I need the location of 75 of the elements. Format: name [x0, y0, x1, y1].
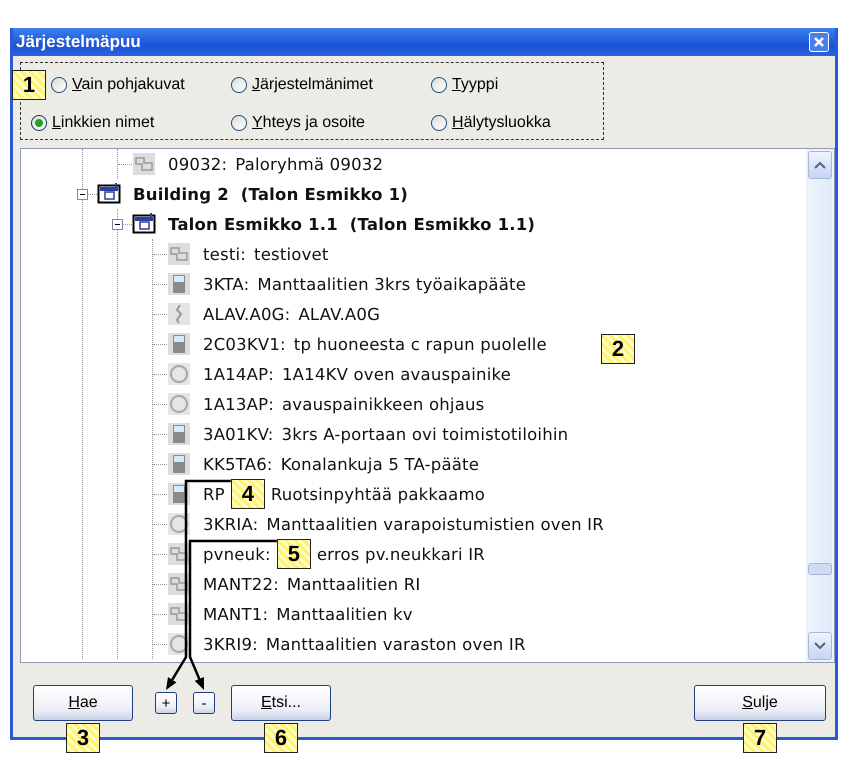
terminal-icon [167, 332, 191, 356]
item-name[interactable]: Manttaalitien varapoistumistien oven IR [266, 514, 604, 534]
building-icon [132, 212, 156, 236]
item-name[interactable]: Konalankuja 5 TA-pääte [280, 454, 480, 474]
tree-item[interactable]: Talon Esmikko 1.1 (Talon Esmikko 1.1) [168, 214, 536, 234]
collapse-icon[interactable] [112, 218, 123, 230]
radio-label[interactable]: Yhteys ja osoite [252, 114, 365, 132]
terminal-icon [167, 272, 191, 296]
item-name[interactable]: Manttaalitien 3krs työaikapääte [257, 274, 526, 294]
item-code[interactable]: 3KRI9: [203, 634, 258, 654]
radio-button[interactable] [51, 77, 67, 93]
item-name[interactable]: testiovet [254, 244, 329, 264]
radio-button[interactable] [231, 115, 247, 131]
item-code[interactable]: 1A14AP: [203, 364, 274, 384]
item-code[interactable]: 09032: [168, 154, 228, 174]
item-name[interactable]: Manttaalitien varaston oven IR [266, 634, 526, 654]
terminal-icon [167, 422, 191, 446]
caret-down-icon[interactable] [814, 642, 826, 650]
radio-button[interactable] [431, 115, 447, 131]
scroll-down-button[interactable] [808, 632, 832, 660]
item-name[interactable]: 3krs A-portaan ovi toimistotiloihin [282, 424, 568, 444]
item-name[interactable]: 1A14KV oven avauspainike [282, 364, 512, 384]
terminal-icon [167, 452, 191, 476]
push-button-icon [167, 392, 191, 416]
item-code[interactable]: MANT1: [203, 604, 268, 624]
radio-label[interactable]: Linkkien nimet [52, 114, 154, 132]
item-code[interactable]: MANT22: [203, 574, 279, 594]
radio-label[interactable]: Järjestelmänimet [252, 76, 373, 94]
item-name[interactable]: avauspainikkeen ohjaus [282, 394, 484, 414]
item-name[interactable]: Ruotsinpyhtää pakkaamo [270, 484, 486, 504]
window-title: Järjestelmäpuu [16, 32, 141, 52]
radio-label[interactable]: Hälytysluokka [452, 114, 551, 132]
radio-button[interactable] [431, 77, 447, 93]
dialog-button[interactable]: Hae [33, 685, 133, 721]
radio-label[interactable]: Tyyppi [452, 76, 498, 94]
close-icon[interactable] [813, 36, 825, 48]
small-button[interactable]: - [193, 692, 215, 714]
callout-number: 6 [264, 723, 298, 753]
item-code[interactable]: pvneuk: [203, 544, 271, 564]
radio-label[interactable]: Vain pohjakuvat [72, 76, 185, 94]
item-name[interactable]: tp huoneesta c rapun puolelle [294, 334, 547, 354]
item-code[interactable]: 2C03KV1: [203, 334, 286, 354]
item-name[interactable]: erros pv.neukkari IR [316, 544, 485, 564]
dialog-button[interactable]: Etsi... [231, 685, 331, 721]
dialog-button[interactable]: Sulje [694, 685, 826, 721]
callout-number: 4 [230, 479, 265, 509]
radio-button[interactable] [231, 77, 247, 93]
small-button[interactable]: + [155, 692, 177, 714]
radio-button[interactable] [31, 115, 47, 131]
item-code[interactable]: 3A01KV: [203, 424, 274, 444]
item-name[interactable]: Manttaalitien RI [286, 574, 420, 594]
scroll-up-button[interactable] [808, 151, 832, 179]
callout-number: 7 [743, 723, 777, 753]
building-icon [97, 182, 121, 206]
callout-number: 1 [12, 70, 46, 100]
caret-up-icon[interactable] [814, 161, 826, 169]
item-code[interactable]: 3KRIA: [203, 514, 258, 534]
item-name[interactable]: ALAV.A0G [298, 304, 380, 324]
item-name[interactable]: Paloryhmä 09032 [235, 154, 384, 174]
callout-number: 5 [276, 539, 311, 569]
item-code[interactable]: 1A13AP: [203, 394, 274, 414]
callout-number: 3 [66, 723, 100, 753]
item-code[interactable]: testi: [203, 244, 246, 264]
item-code[interactable]: ALAV.A0G: [203, 304, 290, 324]
collapse-icon[interactable] [77, 188, 88, 200]
scrollbar[interactable] [806, 149, 834, 662]
item-code[interactable]: KK5TA6: [203, 454, 273, 474]
scroll-thumb[interactable] [808, 563, 832, 575]
close-button[interactable] [809, 32, 829, 52]
push-button-icon [167, 362, 191, 386]
tree-item[interactable]: Building 2 (Talon Esmikko 1) [133, 184, 408, 204]
item-code[interactable]: RP [203, 484, 225, 504]
callout-number: 2 [601, 334, 635, 364]
item-code[interactable]: 3KTA: [203, 274, 250, 294]
item-name[interactable]: Manttaalitien kv [276, 604, 413, 624]
